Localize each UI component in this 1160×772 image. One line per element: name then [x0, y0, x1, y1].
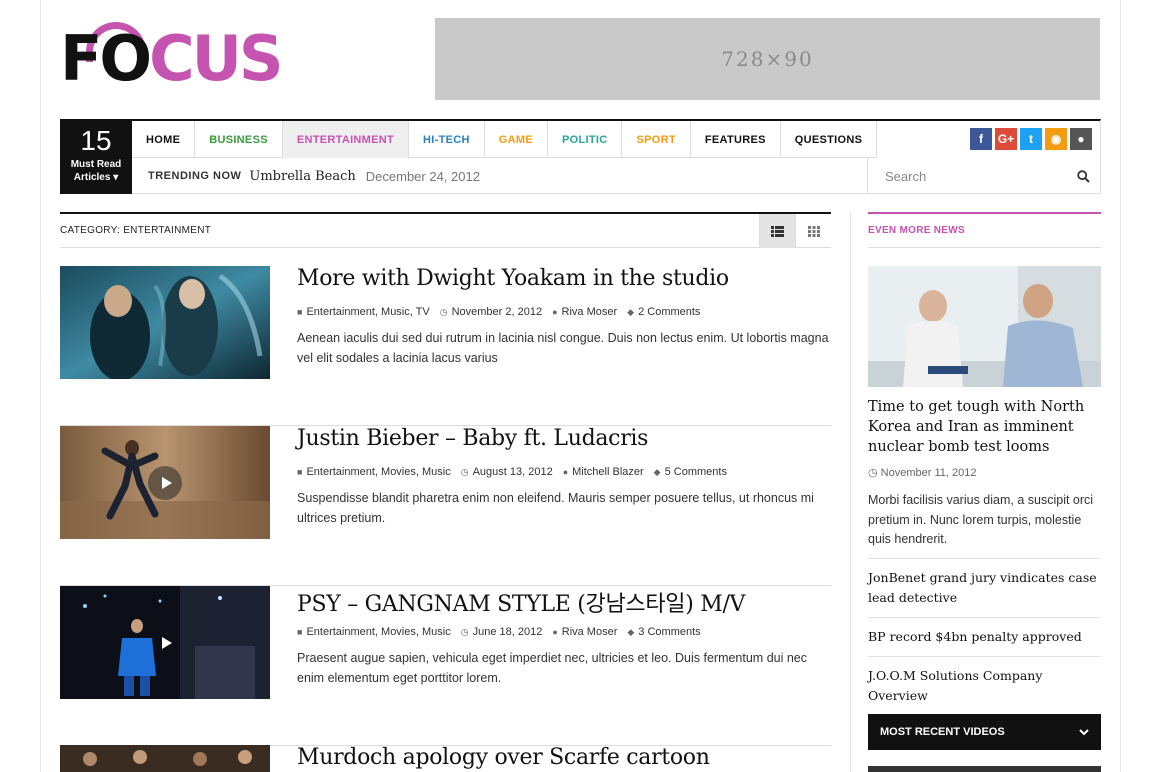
twitter-icon[interactable]: t [1020, 128, 1042, 150]
menu-item-entertainment[interactable]: ENTERTAINMENT [282, 121, 410, 158]
search-input[interactable] [885, 168, 1077, 184]
list-view-icon [771, 225, 784, 237]
folder-icon: ■ [297, 467, 303, 477]
category-header: CATEGORY: ENTERTAINMENT [60, 212, 831, 248]
menu-item-game[interactable]: GAME [485, 121, 548, 158]
post-item: Justin Bieber – Baby ft. Ludacris ■ Enter… [60, 426, 831, 586]
post-categories[interactable]: Entertainment, Movies, Music [306, 466, 450, 478]
post-title-link[interactable]: Justin Bieber – Baby ft. Ludacris [297, 426, 648, 451]
search-icon[interactable] [1077, 169, 1090, 183]
post-title-link[interactable]: PSY – GANGNAM STYLE (강남스타일) M/V [297, 586, 745, 618]
post-categories[interactable]: Entertainment, Music, TV [306, 306, 429, 318]
ad-size-label: 728×90 [721, 47, 814, 71]
ad-banner[interactable]: 728×90 [435, 18, 1100, 100]
post-item: More with Dwight Yoakam in the studio ■ E… [60, 266, 831, 426]
post-author[interactable]: Riva Moser [562, 626, 618, 638]
google-plus-icon[interactable]: G+ [995, 128, 1017, 150]
most-recent-videos-toggle[interactable]: MOST RECENT VIDEOS [868, 714, 1101, 750]
post-date: August 13, 2012 [472, 466, 553, 478]
video-play-icon[interactable] [148, 626, 182, 660]
post-comments[interactable]: 3 Comments [638, 626, 700, 638]
post-thumbnail[interactable] [60, 586, 270, 699]
post-item: Murdoch apology over Scarfe cartoon [60, 745, 831, 772]
clock-icon: ◷ [460, 466, 469, 477]
post-thumbnail[interactable] [60, 745, 270, 772]
post-excerpt: Praesent augue sapien, vehicula eget imp… [297, 651, 808, 685]
post-date: November 2, 2012 [451, 306, 543, 318]
sidebar-featured-title-link[interactable]: Time to get tough with North Korea and I… [868, 397, 1101, 457]
menu-item-features[interactable]: FEATURES [691, 121, 781, 158]
menu-item-politic[interactable]: POLITIC [548, 121, 623, 158]
menu-item-sport[interactable]: SPORT [622, 121, 691, 158]
post-title-link[interactable]: More with Dwight Yoakam in the studio [297, 266, 729, 291]
trending-title-link[interactable]: Umbrella Beach [249, 169, 355, 184]
user-icon: ● [552, 627, 558, 637]
trending-label: TRENDING NOW [148, 170, 242, 182]
post-thumbnail[interactable] [60, 266, 270, 379]
post-meta: ■ Entertainment, Music, TV ◷ November 2, 2… [297, 306, 710, 318]
menu-item-home[interactable]: HOME [132, 121, 196, 158]
sidebar-featured-date: ◷ November 11, 2012 [868, 467, 977, 479]
post-meta: ■ Entertainment, Movies, Music ◷ June 18, … [297, 626, 711, 638]
user-icon: ● [562, 467, 569, 477]
comment-icon: ◆ [627, 306, 635, 317]
main-navigation: 15 Must Read Articles ▾ HOME BUSINESS ENTE… [60, 119, 1101, 194]
post-meta: ■ Entertainment, Movies, Music ◷ August 13… [297, 466, 737, 478]
sidebar-featured-excerpt: Morbi facilisis varius diam, a suscipit … [868, 493, 1094, 546]
user-icon[interactable]: ● [1070, 128, 1092, 150]
grid-view-icon [807, 225, 820, 237]
site-logo[interactable]: FOCUS [60, 22, 290, 95]
video-preview-edge [868, 766, 1101, 772]
category-title: CATEGORY: ENTERTAINMENT [60, 225, 212, 236]
must-read-label-1: Must Read [70, 159, 122, 170]
comment-icon: ◆ [627, 626, 635, 637]
rss-icon[interactable]: ◉ [1045, 128, 1067, 150]
sidebar-news-link[interactable]: J.O.O.M Solutions Company Overview [868, 656, 1101, 706]
must-read-count: 15 [80, 125, 112, 156]
social-links: f G+ t ◉ ● [970, 128, 1092, 150]
comment-icon: ◆ [653, 466, 661, 477]
must-read-label-2: Articles ▾ [73, 172, 119, 183]
user-icon: ● [552, 307, 558, 317]
clock-icon: ◷ [439, 306, 448, 317]
must-read-articles-button[interactable]: 15 Must Read Articles ▾ [60, 121, 132, 194]
most-recent-videos-label: MOST RECENT VIDEOS [880, 726, 1005, 738]
clock-icon: ◷ [868, 467, 881, 479]
post-excerpt: Aenean iaculis dui sed dui rutrum in lac… [297, 331, 829, 365]
trending-now: TRENDING NOW Umbrella Beach December 24,… [148, 158, 480, 194]
post-date: June 18, 2012 [472, 626, 543, 638]
post-item: PSY – GANGNAM STYLE (강남스타일) M/V ■ Enterta… [60, 586, 831, 746]
post-comments[interactable]: 5 Comments [665, 466, 727, 478]
post-thumbnail[interactable] [60, 426, 270, 539]
grid-view-button[interactable] [795, 214, 831, 248]
list-view-button[interactable] [759, 214, 795, 248]
sidebar-news-link[interactable]: BP record $4bn penalty approved [868, 617, 1101, 647]
sidebar-heading: EVEN MORE NEWS [868, 212, 1101, 248]
folder-icon: ■ [297, 307, 303, 317]
sidebar-divider [850, 212, 851, 772]
trending-date: December 24, 2012 [365, 168, 480, 184]
post-author[interactable]: Riva Moser [562, 306, 618, 318]
menu-item-hi-tech[interactable]: HI-TECH [409, 121, 485, 158]
logo-wordmark: FOCUS [60, 22, 284, 95]
sidebar-heading-label: EVEN MORE NEWS [868, 225, 965, 236]
post-title-link[interactable]: Murdoch apology over Scarfe cartoon [297, 745, 710, 770]
post-author[interactable]: Mitchell Blazer [572, 466, 644, 478]
post-excerpt: Suspendisse blandit pharetra enim non el… [297, 491, 814, 525]
menu-item-business[interactable]: BUSINESS [195, 121, 283, 158]
clock-icon: ◷ [460, 626, 469, 637]
sidebar-featured-image[interactable] [868, 266, 1101, 387]
folder-icon: ■ [297, 627, 303, 637]
video-play-icon[interactable] [148, 466, 182, 500]
sidebar-news-link[interactable]: JonBenet grand jury vindicates case lead… [868, 558, 1101, 608]
post-categories[interactable]: Entertainment, Movies, Music [306, 626, 450, 638]
facebook-icon[interactable]: f [970, 128, 992, 150]
chevron-down-icon [1079, 728, 1089, 735]
search-box [867, 158, 1100, 194]
post-comments[interactable]: 2 Comments [638, 306, 700, 318]
menu-item-questions[interactable]: QUESTIONS [781, 121, 878, 158]
menu-bar: HOME BUSINESS ENTERTAINMENT HI-TECH GAME POLI… [132, 121, 878, 158]
